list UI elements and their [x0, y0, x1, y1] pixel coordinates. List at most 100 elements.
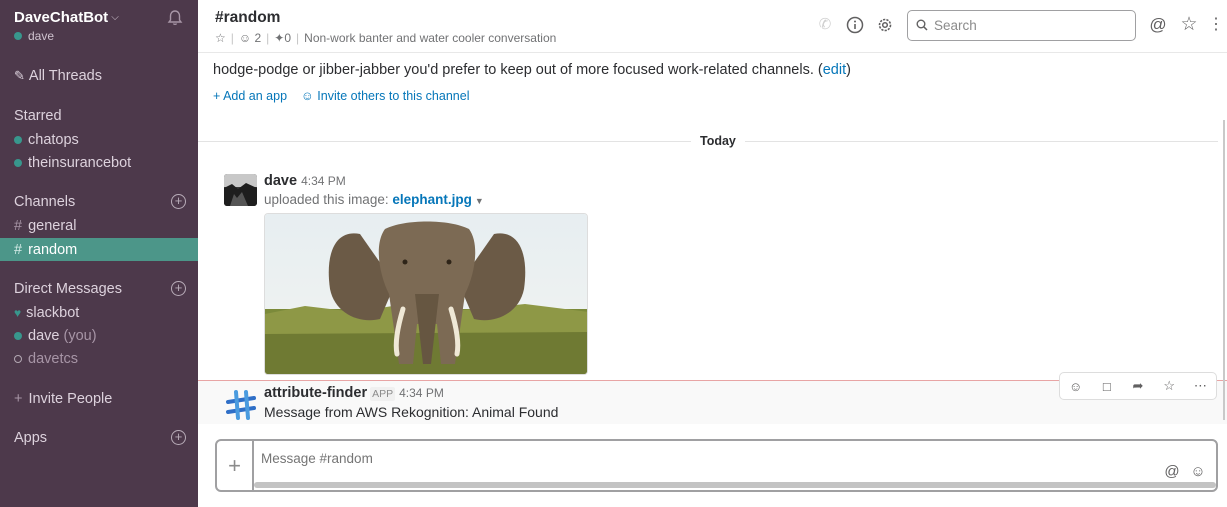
edit-link[interactable]: edit	[823, 62, 846, 78]
sidebar-item-random[interactable]: # random	[14, 242, 77, 258]
more-icon[interactable]: ⋮	[1207, 16, 1225, 34]
chevron-down-icon: ⌵	[111, 12, 119, 23]
caret-down-icon[interactable]: ▼	[475, 196, 484, 206]
heart-icon: ♥	[14, 306, 22, 320]
add-reaction-icon[interactable]: ☺	[1060, 373, 1091, 399]
sidebar-item-theinsurancebot[interactable]: theinsurancebot	[14, 155, 131, 171]
members-icon[interactable]: ☺ 2	[239, 31, 261, 45]
channel-title[interactable]: #random	[215, 9, 280, 27]
person-icon: ☺	[301, 89, 314, 103]
channel-label: general	[28, 218, 77, 234]
upload-text: uploaded this image:	[264, 192, 389, 207]
message-pane: hodge-podge or jibber-jabber you'd prefe…	[198, 54, 1227, 439]
sidebar-item-general[interactable]: # general	[14, 218, 76, 234]
sidebar: DaveChatBot ⌵ dave ✎ All Threads Starred c…	[0, 0, 198, 507]
info-icon[interactable]	[846, 16, 864, 34]
composer-scrollbar	[254, 482, 1216, 488]
add-app-label: Add an app	[223, 89, 288, 103]
channel-meta: ☆ | ☺ 2 | ✦0 | Non-work banter and water coole…	[215, 31, 557, 45]
direct-messages-header[interactable]: Direct Messages	[14, 281, 122, 297]
dm-label: slackbot	[26, 305, 80, 321]
attach-plus-button[interactable]: +	[217, 441, 254, 490]
team-name[interactable]: DaveChatBot ⌵	[14, 9, 119, 26]
channel-header: #random ☆ | ☺ 2 | ✦0 | Non-work banter and wat…	[198, 0, 1227, 53]
file-name-link[interactable]: elephant.jpg	[392, 192, 472, 207]
presence-dot-icon	[14, 159, 22, 167]
presence-dot-icon	[14, 32, 22, 40]
sidebar-item-chatops[interactable]: chatops	[14, 132, 79, 148]
message-author[interactable]: dave 4:34 PM	[264, 173, 346, 189]
message-actions-toolbar: ☺ □ ➦ ☆ ⋯	[1059, 372, 1217, 400]
invite-others-link[interactable]: ☺ Invite others to this channel	[301, 89, 469, 103]
message-timestamp[interactable]: 4:34 PM	[399, 386, 444, 400]
share-icon[interactable]: ➦	[1122, 373, 1153, 399]
add-channel-icon[interactable]: +	[171, 194, 186, 209]
add-app-link[interactable]: + Add an app	[213, 89, 287, 103]
all-threads-label: All Threads	[28, 68, 102, 84]
sidebar-item-dave[interactable]: dave (you)	[14, 328, 97, 344]
avatar[interactable]	[224, 174, 257, 206]
intro-clipped-line	[213, 54, 217, 58]
bell-icon[interactable]	[166, 9, 184, 27]
pin-icon[interactable]: ✦0	[274, 31, 291, 45]
member-count: 2	[254, 31, 262, 45]
starred-items-icon[interactable]: ☆	[1180, 15, 1198, 34]
author-name: attribute-finder	[264, 385, 368, 401]
away-dot-icon	[14, 355, 22, 363]
starred-item-label: chatops	[28, 132, 79, 148]
message-composer: + @ ☺	[215, 439, 1218, 492]
presence-dot-icon	[14, 332, 22, 340]
invite-label: Invite People	[28, 391, 113, 407]
mentions-icon[interactable]: @	[1149, 16, 1167, 34]
intro-close: )	[846, 62, 851, 78]
hash-icon: #	[14, 218, 23, 234]
emoji-icon[interactable]: ☺	[1189, 463, 1207, 481]
apps-header[interactable]: Apps	[14, 430, 47, 446]
pin-count: 0	[284, 31, 292, 45]
search-placeholder: Search	[934, 18, 977, 33]
mention-icon[interactable]: @	[1163, 463, 1181, 481]
phone-icon[interactable]: ✆	[816, 16, 834, 34]
image-preview[interactable]	[264, 213, 588, 375]
channel-intro-text: hodge-podge or jibber-jabber you'd prefe…	[213, 62, 851, 78]
more-actions-icon[interactable]: ⋯	[1185, 373, 1216, 399]
scrollbar[interactable]	[1223, 120, 1225, 420]
author-name: dave	[264, 173, 298, 189]
message-timestamp[interactable]: 4:34 PM	[301, 174, 346, 188]
upload-line: uploaded this image: elephant.jpg ▼	[264, 192, 484, 207]
sidebar-item-slackbot[interactable]: ♥ slackbot	[14, 305, 79, 321]
starred-item-label: theinsurancebot	[28, 155, 132, 171]
hash-icon: #	[14, 242, 23, 258]
day-divider-label: Today	[691, 134, 745, 148]
add-dm-icon[interactable]: +	[171, 281, 186, 296]
current-user-label: dave	[28, 29, 55, 43]
app-badge: APP	[370, 387, 396, 401]
star-icon[interactable]: ☆	[1154, 373, 1185, 399]
threads-icon: ✎	[14, 68, 25, 83]
add-app-icon[interactable]: +	[171, 430, 186, 445]
gear-icon[interactable]	[876, 16, 894, 34]
sidebar-item-davetcs[interactable]: davetcs	[14, 351, 78, 367]
invite-people-button[interactable]: + Invite People	[14, 391, 112, 407]
channel-label: random	[28, 242, 78, 258]
star-icon[interactable]: ☆	[215, 31, 226, 45]
sidebar-item-all-threads[interactable]: ✎ All Threads	[14, 68, 102, 84]
channels-header[interactable]: Channels	[14, 194, 75, 210]
current-user[interactable]: dave	[14, 29, 54, 43]
invite-others-label: Invite others to this channel	[317, 89, 470, 103]
starred-header: Starred	[14, 108, 62, 124]
presence-dot-icon	[14, 136, 22, 144]
team-name-label: DaveChatBot	[14, 9, 109, 26]
you-label: (you)	[63, 328, 97, 344]
elephant-image	[265, 214, 587, 374]
message-input[interactable]	[261, 451, 1141, 466]
search-input[interactable]: Search	[907, 10, 1136, 41]
channel-topic[interactable]: Non-work banter and water cooler convers…	[304, 31, 556, 45]
intro-text: hodge-podge or jibber-jabber you'd prefe…	[213, 62, 823, 78]
intro-actions: + Add an app ☺ Invite others to this chan…	[213, 89, 469, 103]
message-author[interactable]: attribute-finder APP 4:34 PM	[264, 385, 444, 401]
message-text: Message from AWS Rekognition: Animal Fou…	[264, 404, 559, 420]
app-avatar-icon[interactable]	[224, 388, 258, 422]
plus-icon: +	[14, 391, 23, 407]
start-thread-icon[interactable]: □	[1091, 373, 1122, 399]
